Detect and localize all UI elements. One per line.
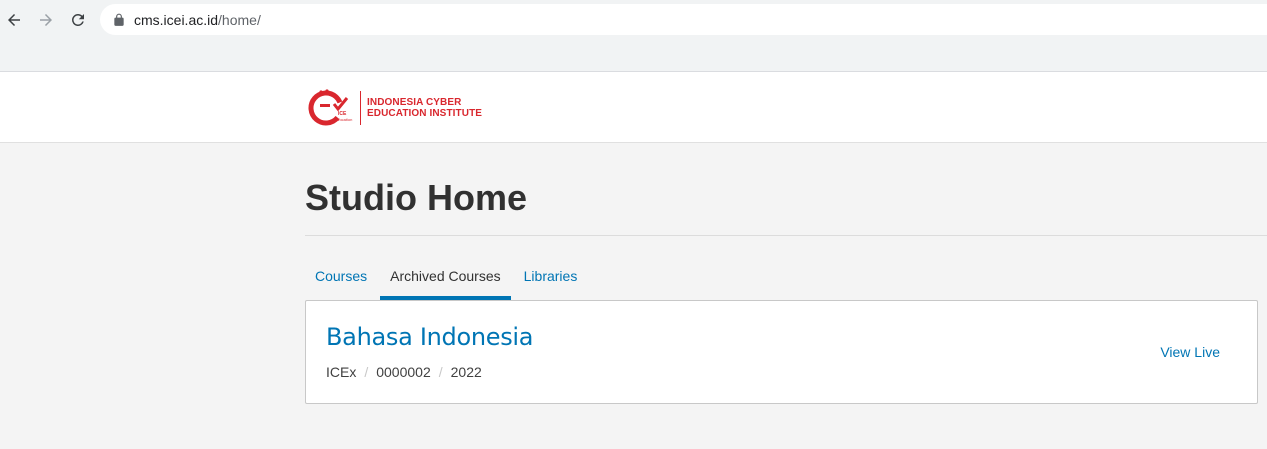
course-run: 2022	[450, 364, 482, 380]
meta-separator: /	[364, 364, 369, 380]
course-metadata: ICEx / 0000002 / 2022	[326, 364, 482, 380]
url-host: cms.icei.ac.id	[134, 11, 219, 28]
course-title-link[interactable]: Bahasa Indonesia	[326, 323, 534, 351]
tab-archived-courses[interactable]: Archived Courses	[380, 258, 511, 300]
tab-libraries[interactable]: Libraries	[514, 258, 588, 300]
studio-tabs: Courses Archived Courses Libraries	[305, 258, 590, 300]
tab-courses[interactable]: Courses	[305, 258, 377, 300]
site-logo[interactable]: ICE Vocation INDONESIA CYBER EDUCATION I…	[308, 88, 482, 128]
logo-divider	[360, 91, 361, 125]
arrow-left-icon	[8, 14, 20, 26]
reload-button[interactable]	[66, 8, 90, 32]
logo-line-2: EDUCATION INSTITUTE	[367, 108, 483, 119]
meta-separator: /	[438, 364, 443, 380]
view-live-link[interactable]: View Live	[1160, 344, 1220, 360]
arrow-right-icon	[40, 14, 52, 26]
lock-icon	[112, 13, 126, 27]
site-header: ICE Vocation INDONESIA CYBER EDUCATION I…	[0, 72, 1267, 143]
logo-mark-subtext: Vocation	[337, 117, 352, 122]
title-divider	[305, 235, 1267, 236]
logo-line-1: INDONESIA CYBER	[367, 97, 462, 108]
forward-button[interactable]	[34, 8, 58, 32]
logo-mark: ICE Vocation	[308, 88, 356, 128]
reload-icon	[71, 13, 84, 26]
browser-toolbar: cms.icei.ac.id/home/	[0, 0, 1267, 72]
course-number: 0000002	[376, 364, 431, 380]
back-button[interactable]	[2, 8, 26, 32]
url-path: /home/	[218, 11, 261, 28]
address-bar[interactable]: cms.icei.ac.id/home/	[100, 4, 1267, 35]
course-item: Bahasa Indonesia ICEx / 0000002 / 2022 V…	[305, 300, 1258, 404]
url-text: cms.icei.ac.id/home/	[134, 12, 261, 28]
course-org: ICEx	[326, 364, 357, 380]
logo-text: INDONESIA CYBER EDUCATION INSTITUTE	[367, 97, 482, 119]
page-title: Studio Home	[305, 177, 527, 218]
